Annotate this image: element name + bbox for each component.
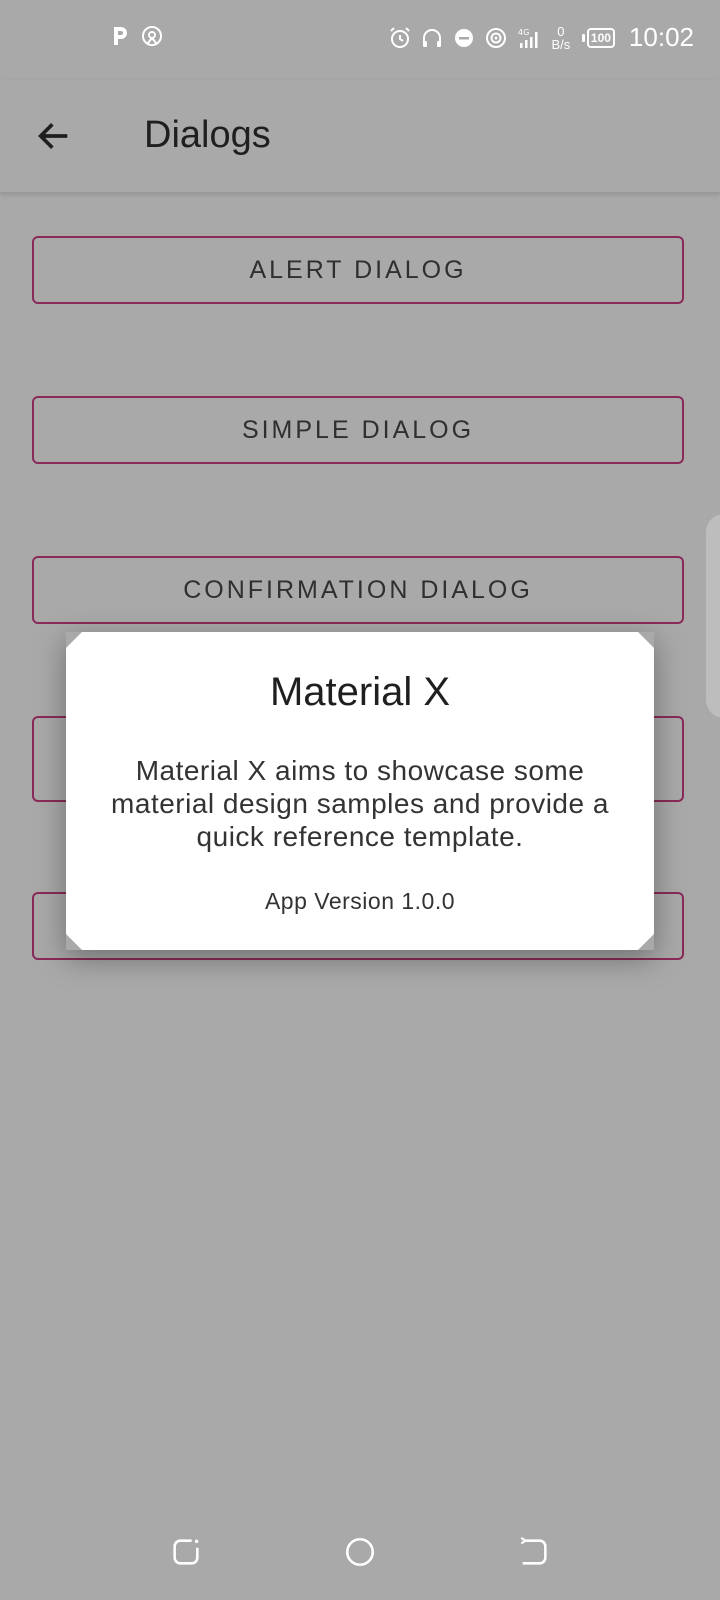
status-bar: 4G 0 B/s 100 10:02 xyxy=(0,0,720,80)
confirmation-dialog-button[interactable]: CONFIRMATION DIALOG xyxy=(32,556,684,624)
alarm-icon xyxy=(388,26,412,50)
status-left-icons xyxy=(108,24,164,48)
simple-dialog-button[interactable]: SIMPLE DIALOG xyxy=(32,396,684,464)
back-button[interactable] xyxy=(24,108,84,164)
page-title: Dialogs xyxy=(144,114,271,156)
home-icon xyxy=(345,1537,375,1567)
network-speed-value: 0 xyxy=(557,23,565,39)
app-bar: Dialogs xyxy=(0,80,720,193)
battery-level: 100 xyxy=(586,27,615,48)
network-speed: 0 B/s xyxy=(548,25,574,51)
svg-text:4G: 4G xyxy=(518,28,529,37)
battery-tip xyxy=(581,33,585,42)
signal-icon: 4G xyxy=(516,26,540,50)
edge-panel-handle[interactable] xyxy=(706,514,720,718)
headset-icon xyxy=(420,26,444,50)
home-button[interactable] xyxy=(340,1532,380,1572)
dialog-title: Material X xyxy=(269,670,451,714)
recent-apps-icon xyxy=(173,1539,199,1565)
parking-app-icon xyxy=(108,24,132,48)
back-nav-icon xyxy=(520,1536,547,1565)
back-arrow-icon xyxy=(38,123,68,149)
status-right-icons: 4G 0 B/s 100 10:02 xyxy=(388,22,694,53)
status-clock: 10:02 xyxy=(628,22,694,52)
battery-indicator: 100 xyxy=(581,27,615,48)
alert-dialog-button[interactable]: ALERT DIALOG xyxy=(32,236,684,304)
back-nav-button[interactable] xyxy=(514,1532,554,1572)
about-dialog: Material X Material X aims to showcase s… xyxy=(66,632,654,950)
hotspot-app-icon xyxy=(140,24,164,48)
do-not-disturb-icon xyxy=(452,26,476,50)
app-version-label: App Version 1.0.0 xyxy=(264,888,456,914)
hotspot-icon xyxy=(484,26,508,50)
navigation-bar xyxy=(0,1500,720,1600)
recent-apps-button[interactable] xyxy=(166,1532,206,1572)
dialog-message: Material X aims to showcase some materia… xyxy=(111,755,609,852)
network-speed-unit: B/s xyxy=(551,36,571,52)
